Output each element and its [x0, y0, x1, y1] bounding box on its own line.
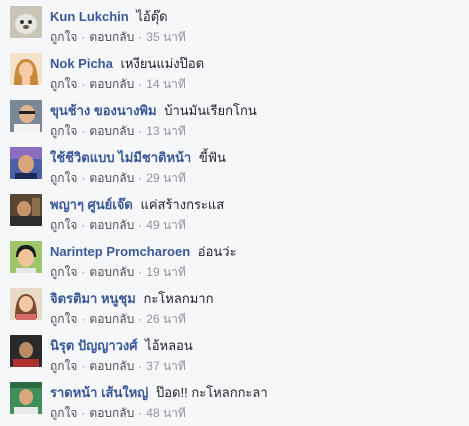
- avatar[interactable]: [10, 100, 42, 132]
- comment-item: Nok Picha เหงียนแม่งป๊อด ถูกใจ · ตอบกลับ · 1…: [0, 47, 469, 94]
- comment-author[interactable]: ราดหน้า เส้นใหญ่: [50, 385, 148, 400]
- comment-time[interactable]: 26 นาที: [146, 312, 186, 326]
- like-link[interactable]: ถูกใจ: [50, 77, 77, 91]
- comment-item: ใช้ชีวิตแบบ ไม่มีชาติหน้า ขี้ฟัน ถูกใจ · ต…: [0, 141, 469, 188]
- separator: ·: [138, 312, 143, 326]
- comment-author[interactable]: นิรุต ปัญญาวงศ์: [50, 338, 138, 353]
- comment-author[interactable]: ใช้ชีวิตแบบ ไม่มีชาติหน้า: [50, 150, 191, 165]
- avatar[interactable]: [10, 147, 42, 179]
- separator: ·: [81, 218, 86, 232]
- separator: ·: [81, 30, 86, 44]
- comment-item: นิรุต ปัญญาวงศ์ ไอ้หลอน ถูกใจ · ตอบกลับ · 37…: [0, 329, 469, 376]
- separator: ·: [138, 30, 143, 44]
- like-link[interactable]: ถูกใจ: [50, 171, 77, 185]
- avatar[interactable]: [10, 288, 42, 320]
- separator: ·: [138, 124, 143, 138]
- comment-text: ไอ้หลอน: [145, 338, 193, 353]
- comment-item: ขุนช้าง ของนางพิม บ้านมันเรียกโกน ถูกใจ ·…: [0, 94, 469, 141]
- comment-time[interactable]: 13 นาที: [146, 124, 186, 138]
- separator: ·: [138, 77, 143, 91]
- bottom-fade: [0, 418, 469, 426]
- comment-text: เหงียนแม่งป๊อด: [120, 56, 205, 71]
- reply-link[interactable]: ตอบกลับ: [89, 124, 134, 138]
- comment-item: ราดหน้า เส้นใหญ่ ป๊อด!! กะโหลกกะลา ถูกใจ…: [0, 376, 469, 423]
- comment-text: แค่สร้างกระแส: [140, 197, 225, 212]
- comment-item: พญาๆ ศูนย์เจ๊ด แค่สร้างกระแส ถูกใจ · ตอบกล…: [0, 188, 469, 235]
- comment-item: Narintep Promcharoen อ่อนว่ะ ถูกใจ · ตอบกล…: [0, 235, 469, 282]
- reply-link[interactable]: ตอบกลับ: [89, 265, 134, 279]
- avatar-image: [10, 382, 42, 414]
- avatar-image: [10, 100, 42, 132]
- reply-link[interactable]: ตอบกลับ: [89, 218, 134, 232]
- reply-link[interactable]: ตอบกลับ: [89, 77, 134, 91]
- avatar[interactable]: [10, 241, 42, 273]
- reply-link[interactable]: ตอบกลับ: [89, 171, 134, 185]
- comment-author[interactable]: ขุนช้าง ของนางพิม: [50, 103, 157, 118]
- like-link[interactable]: ถูกใจ: [50, 265, 77, 279]
- like-link[interactable]: ถูกใจ: [50, 218, 77, 232]
- reply-link[interactable]: ตอบกลับ: [89, 312, 134, 326]
- like-link[interactable]: ถูกใจ: [50, 124, 77, 138]
- comment-text: ขี้ฟัน: [198, 150, 226, 165]
- comment-time[interactable]: 37 นาที: [146, 359, 186, 373]
- avatar[interactable]: [10, 53, 42, 85]
- separator: ·: [81, 124, 86, 138]
- comment-time[interactable]: 49 นาที: [146, 218, 186, 232]
- separator: ·: [81, 171, 86, 185]
- like-link[interactable]: ถูกใจ: [50, 30, 77, 44]
- comment-item: Kun Lukchin ไอ้ตุ๊ด ถูกใจ · ตอบกลับ · 35 นาท…: [0, 0, 469, 47]
- comment-time[interactable]: 29 นาที: [146, 171, 186, 185]
- comment-author[interactable]: Kun Lukchin: [50, 9, 129, 24]
- avatar-image: [10, 335, 42, 367]
- comment-time[interactable]: 35 นาที: [146, 30, 186, 44]
- like-link[interactable]: ถูกใจ: [50, 312, 77, 326]
- avatar-image: [10, 6, 42, 38]
- separator: ·: [81, 77, 86, 91]
- separator: ·: [81, 312, 86, 326]
- comment-text: ป๊อด!! กะโหลกกะลา: [155, 385, 268, 400]
- separator: ·: [138, 171, 143, 185]
- comment-author[interactable]: Nok Picha: [50, 56, 113, 71]
- avatar[interactable]: [10, 6, 42, 38]
- comment-time[interactable]: 14 นาที: [146, 77, 186, 91]
- comment-item: จิตรติมา หนูชุม กะโหลกมาก ถูกใจ · ตอบกลับ ·…: [0, 282, 469, 329]
- separator: ·: [138, 265, 143, 279]
- avatar-image: [10, 194, 42, 226]
- avatar-image: [10, 53, 42, 85]
- comment-time[interactable]: 19 นาที: [146, 265, 186, 279]
- avatar[interactable]: [10, 194, 42, 226]
- avatar-image: [10, 147, 42, 179]
- avatar-image: [10, 241, 42, 273]
- comment-author[interactable]: Narintep Promcharoen: [50, 244, 190, 259]
- reply-link[interactable]: ตอบกลับ: [89, 30, 134, 44]
- separator: ·: [138, 359, 143, 373]
- comment-text: บ้านมันเรียกโกน: [164, 103, 257, 118]
- comment-text: อ่อนว่ะ: [197, 244, 237, 259]
- separator: ·: [138, 218, 143, 232]
- comment-author[interactable]: จิตรติมา หนูชุม: [50, 291, 136, 306]
- comment-text: ไอ้ตุ๊ด: [136, 9, 168, 24]
- separator: ·: [81, 265, 86, 279]
- avatar[interactable]: [10, 335, 42, 367]
- comment-author[interactable]: พญาๆ ศูนย์เจ๊ด: [50, 197, 133, 212]
- separator: ·: [81, 359, 86, 373]
- reply-link[interactable]: ตอบกลับ: [89, 359, 134, 373]
- like-link[interactable]: ถูกใจ: [50, 359, 77, 373]
- avatar-image: [10, 288, 42, 320]
- comment-text: กะโหลกมาก: [143, 291, 214, 306]
- avatar[interactable]: [10, 382, 42, 414]
